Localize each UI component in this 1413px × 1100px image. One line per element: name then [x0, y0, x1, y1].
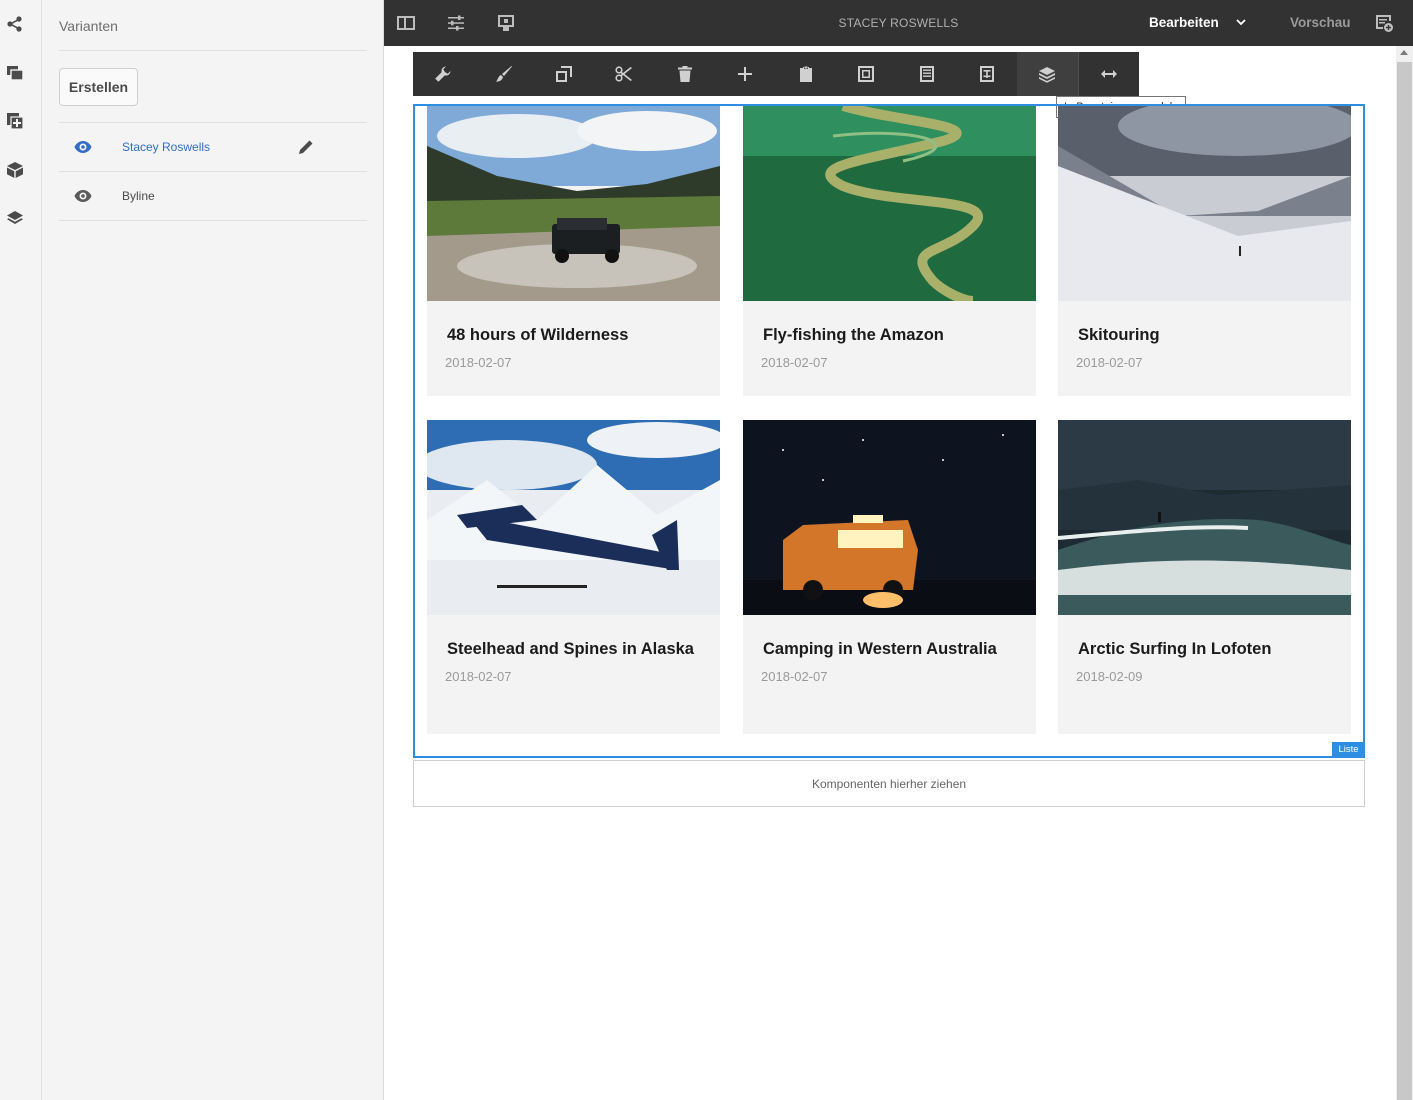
- editor-top-bar: STACEY ROSWELLS Bearbeiten Vorschau: [384, 0, 1413, 46]
- list-item[interactable]: Camping in Western Australia 2018-02-07: [743, 420, 1036, 734]
- list-item[interactable]: 48 hours of Wilderness 2018-02-07: [427, 106, 720, 396]
- scroll-up-arrow-icon[interactable]: [1400, 50, 1408, 55]
- list-item[interactable]: Steelhead and Spines in Alaska 2018-02-0…: [427, 420, 720, 734]
- mode-selector[interactable]: Bearbeiten: [1149, 15, 1219, 30]
- amazon-river-image: [743, 106, 1036, 301]
- item-date: 2018-02-07: [761, 669, 828, 684]
- scrollbar-thumb[interactable]: [1397, 62, 1412, 1100]
- snow-slope-image: [1058, 106, 1351, 301]
- add-component-icon[interactable]: [4, 110, 26, 132]
- paste-icon[interactable]: [776, 52, 836, 96]
- variant-item-byline[interactable]: Byline: [59, 172, 367, 221]
- emulator-icon[interactable]: [496, 13, 518, 33]
- side-panel-toggle-icon[interactable]: [396, 13, 418, 33]
- list-item[interactable]: Arctic Surfing In Lofoten 2018-02-09: [1058, 420, 1351, 734]
- insert-icon[interactable]: [715, 52, 775, 96]
- drop-zone[interactable]: Komponenten hierher ziehen: [413, 760, 1365, 807]
- list-icon[interactable]: [896, 52, 956, 96]
- wrench-icon[interactable]: [413, 52, 473, 96]
- variant-label: Byline: [122, 189, 155, 203]
- offroad-river-image: [427, 106, 720, 301]
- layers-icon[interactable]: [4, 207, 26, 229]
- item-title: Camping in Western Australia: [763, 640, 997, 658]
- cut-icon[interactable]: [594, 52, 654, 96]
- chevron-down-icon[interactable]: [1234, 15, 1248, 29]
- variants-panel: Varianten Erstellen Stacey Roswells Byli…: [42, 0, 384, 1100]
- item-date: 2018-02-09: [1076, 669, 1143, 684]
- properties-icon[interactable]: [446, 13, 468, 33]
- page-title: STACEY ROSWELLS: [838, 16, 959, 30]
- pencil-icon[interactable]: [297, 139, 314, 156]
- divider: [59, 220, 367, 221]
- item-date: 2018-02-07: [761, 355, 828, 370]
- left-rail: [0, 0, 42, 1100]
- assets-icon[interactable]: [4, 62, 26, 84]
- convert-to-block-icon[interactable]: [1017, 52, 1078, 96]
- item-title: 48 hours of Wilderness: [447, 326, 629, 344]
- package-icon[interactable]: [4, 159, 26, 181]
- item-title: Fly-fishing the Amazon: [763, 326, 944, 344]
- surf-wave-image: [1058, 420, 1351, 615]
- night-van-image: [743, 420, 1036, 615]
- item-date: 2018-02-07: [1076, 355, 1143, 370]
- create-button[interactable]: Erstellen: [59, 68, 138, 106]
- item-date: 2018-02-07: [445, 355, 512, 370]
- annotations-icon[interactable]: [1374, 13, 1396, 33]
- variant-item-stacey-roswells[interactable]: Stacey Roswells: [59, 123, 367, 172]
- preview-button[interactable]: Vorschau: [1290, 15, 1351, 30]
- seaplane-image: [427, 420, 720, 615]
- eye-icon[interactable]: [74, 140, 92, 154]
- list-item[interactable]: Fly-fishing the Amazon 2018-02-07: [743, 106, 1036, 396]
- component-type-badge: Liste: [1332, 742, 1365, 756]
- eye-icon[interactable]: [74, 189, 92, 203]
- template-icon[interactable]: [957, 52, 1017, 96]
- group-icon[interactable]: [836, 52, 896, 96]
- item-date: 2018-02-07: [445, 669, 512, 684]
- item-title: Skitouring: [1078, 326, 1160, 344]
- divider: [59, 50, 367, 51]
- brush-icon[interactable]: [473, 52, 533, 96]
- list-item[interactable]: Skitouring 2018-02-07: [1058, 106, 1351, 396]
- layout-icon[interactable]: [1079, 52, 1139, 96]
- delete-icon[interactable]: [655, 52, 715, 96]
- component-toolbar: [413, 52, 1139, 96]
- variant-label: Stacey Roswells: [122, 140, 211, 154]
- copy-icon[interactable]: [534, 52, 594, 96]
- item-title: Steelhead and Spines in Alaska: [447, 640, 694, 658]
- panel-title: Varianten: [59, 18, 118, 34]
- item-title: Arctic Surfing In Lofoten: [1078, 640, 1272, 658]
- share-graph-icon[interactable]: [4, 13, 26, 35]
